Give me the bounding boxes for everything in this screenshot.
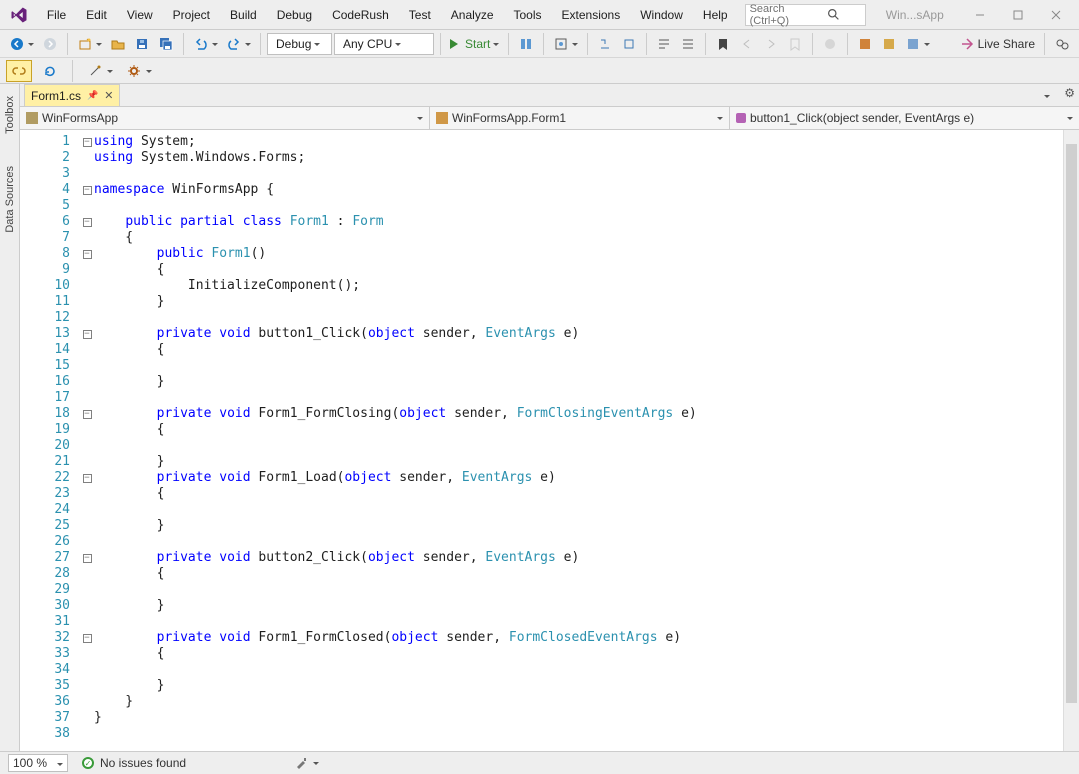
breakpoint-button[interactable] [819,33,841,55]
minimize-button[interactable] [964,4,998,26]
left-tool-tabs: Toolbox Data Sources [0,84,20,751]
menu-project[interactable]: Project [164,4,219,26]
menu-debug[interactable]: Debug [268,4,321,26]
document-tab-label: Form1.cs [31,89,81,103]
quick-search-input[interactable]: Search (Ctrl+Q) [745,4,866,26]
close-tab-icon[interactable]: ✕ [104,89,113,102]
step-into-button[interactable] [594,33,616,55]
menu-coderush[interactable]: CodeRush [323,4,398,26]
navigation-bar: WinFormsApp WinFormsApp.Form1 button1_Cl… [20,106,1079,130]
attach-button[interactable] [515,33,537,55]
vs-logo-icon [4,6,34,24]
comment-button[interactable] [653,33,675,55]
standard-toolbar: Debug Any CPU Start Live Share [0,30,1079,58]
clear-bookmark-button[interactable] [784,33,806,55]
start-debug-button[interactable]: Start [447,33,502,55]
live-share-button[interactable]: Live Share [957,33,1038,55]
menu-bar: FileEditViewProjectBuildDebugCodeRushTes… [38,4,737,26]
title-bar: FileEditViewProjectBuildDebugCodeRushTes… [0,0,1079,30]
document-area: Form1.cs 📌 ✕ ⚙ WinFormsApp WinFormsApp.F… [20,84,1079,751]
menu-analyze[interactable]: Analyze [442,4,503,26]
window-title: Win...sApp [870,8,960,22]
menu-edit[interactable]: Edit [77,4,116,26]
nav-forward-button[interactable] [39,33,61,55]
menu-extensions[interactable]: Extensions [553,4,630,26]
save-all-button[interactable] [155,33,177,55]
undo-button[interactable] [190,33,221,55]
zoom-dropdown[interactable]: 100 % [8,754,68,772]
prev-bookmark-button[interactable] [736,33,758,55]
active-files-dropdown-icon[interactable] [1033,86,1058,104]
find-in-files-button[interactable] [550,33,581,55]
brush-icon[interactable] [294,756,319,770]
nav-back-button[interactable] [6,33,37,55]
nav-member-dropdown[interactable]: button1_Click(object sender, EventArgs e… [730,107,1079,129]
solution-config-dropdown[interactable]: Debug [267,33,332,55]
coderush-toolbar [0,58,1079,84]
line-number-gutter: 1234567891011121314151617181920212223242… [20,130,80,751]
document-tab-form1[interactable]: Form1.cs 📌 ✕ [24,84,120,106]
fold-gutter[interactable]: −−−−−−−−− [80,130,94,751]
menu-test[interactable]: Test [400,4,440,26]
next-bookmark-button[interactable] [760,33,782,55]
nav-project-dropdown[interactable]: WinFormsApp [20,107,430,129]
ext-1-button[interactable] [854,33,876,55]
data-sources-tab[interactable]: Data Sources [2,160,18,239]
menu-view[interactable]: View [118,4,162,26]
menu-window[interactable]: Window [631,4,692,26]
cr-wand-button[interactable] [83,60,116,82]
menu-file[interactable]: File [38,4,75,26]
maximize-button[interactable] [1001,4,1035,26]
cr-link-button[interactable] [6,60,32,82]
uncomment-button[interactable] [677,33,699,55]
ext-3-button[interactable] [902,33,933,55]
search-icon [805,7,861,23]
toolbar-options-icon[interactable]: ⚙ [1064,86,1075,104]
workspace: Toolbox Data Sources Form1.cs 📌 ✕ ⚙ WinF… [0,84,1079,751]
step-over-button[interactable] [618,33,640,55]
status-bar: 100 % ✓ No issues found [0,751,1079,774]
new-project-button[interactable] [74,33,105,55]
pin-icon[interactable]: 📌 [87,90,98,101]
menu-tools[interactable]: Tools [505,4,551,26]
vertical-scrollbar[interactable] [1063,130,1079,751]
issues-status[interactable]: ✓ No issues found [82,756,186,770]
redo-button[interactable] [223,33,254,55]
menu-build[interactable]: Build [221,4,266,26]
search-placeholder: Search (Ctrl+Q) [750,3,806,27]
ext-2-button[interactable] [878,33,900,55]
code-surface[interactable]: using System;using System.Windows.Forms;… [94,130,1063,751]
solution-platform-dropdown[interactable]: Any CPU [334,33,434,55]
save-button[interactable] [131,33,153,55]
class-icon [436,112,448,124]
csharp-project-icon [26,112,38,124]
method-icon [736,113,746,123]
cr-refresh-button[interactable] [38,60,62,82]
menu-help[interactable]: Help [694,4,737,26]
toolbox-tab[interactable]: Toolbox [2,90,18,140]
code-editor[interactable]: 1234567891011121314151617181920212223242… [20,130,1079,751]
close-button[interactable] [1039,4,1073,26]
cr-settings-button[interactable] [122,60,155,82]
nav-class-dropdown[interactable]: WinFormsApp.Form1 [430,107,730,129]
open-file-button[interactable] [107,33,129,55]
feedback-button[interactable] [1051,33,1073,55]
ok-check-icon: ✓ [82,757,94,769]
bookmark-button[interactable] [712,33,734,55]
document-tab-strip: Form1.cs 📌 ✕ ⚙ [20,84,1079,106]
